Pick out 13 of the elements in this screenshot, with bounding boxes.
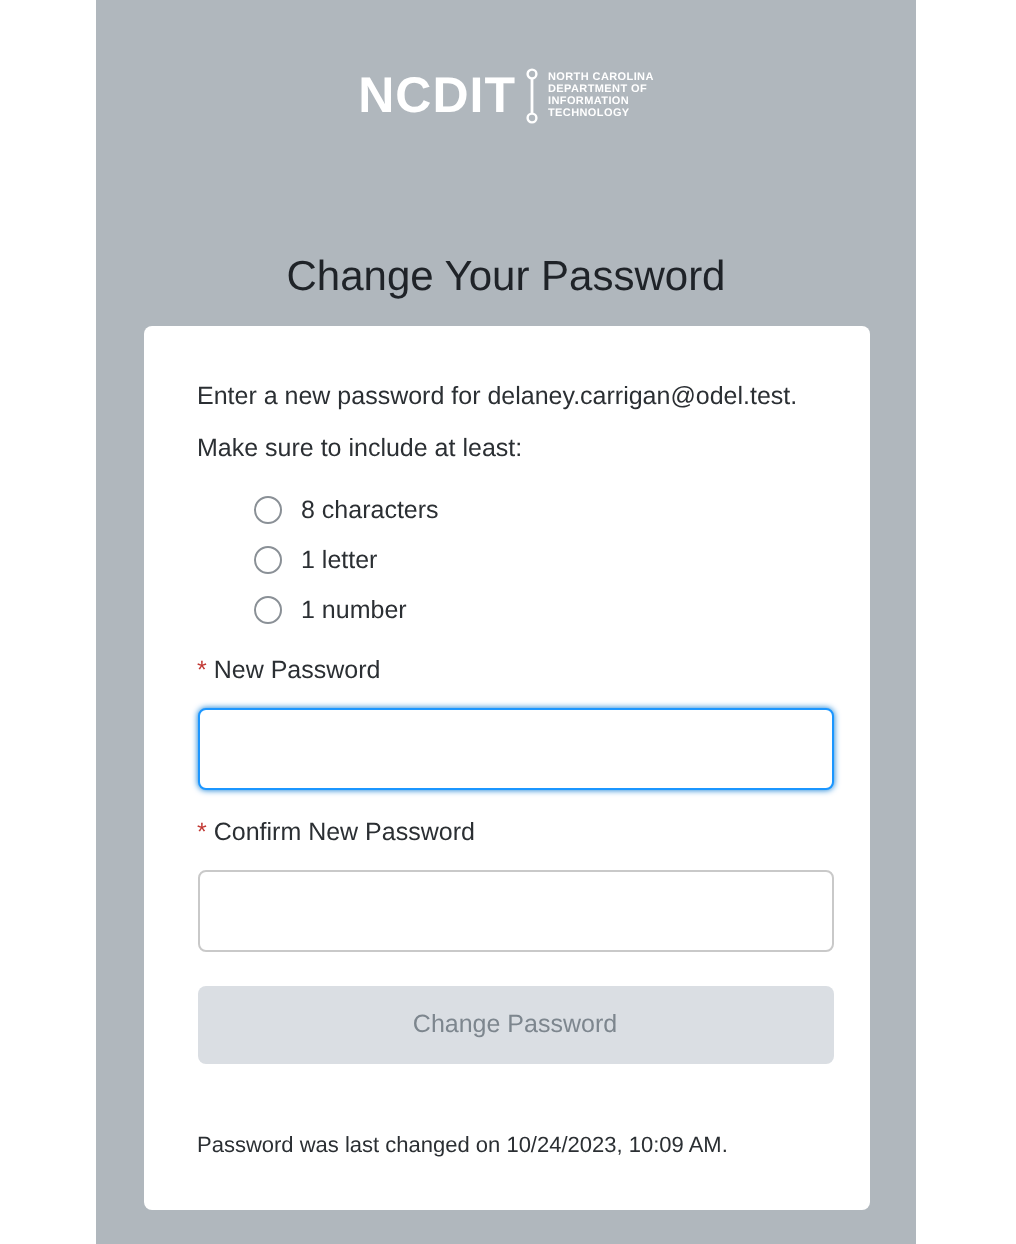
field-label: * Confirm New Password xyxy=(197,816,477,850)
requirement-label: 8 characters xyxy=(301,494,439,528)
logo-wordmark: NCDIT xyxy=(358,71,516,121)
password-field[interactable] xyxy=(197,869,833,952)
last-changed-text: Password was last changed on 10/24/2023, 10:09 AM. xyxy=(197,1131,730,1162)
requirement-label: 1 number xyxy=(301,593,407,627)
requirement-label: 1 letter xyxy=(301,543,378,578)
hint-text: Make sure to include at least: xyxy=(197,432,525,467)
password-field[interactable] xyxy=(197,708,833,790)
field-label: * New Password xyxy=(197,654,383,689)
page-title: Change Your Password xyxy=(286,252,726,304)
connector-icon xyxy=(525,68,538,124)
intro-text: Enter a new password for delaney.carrigan@odel.test. xyxy=(197,379,800,414)
